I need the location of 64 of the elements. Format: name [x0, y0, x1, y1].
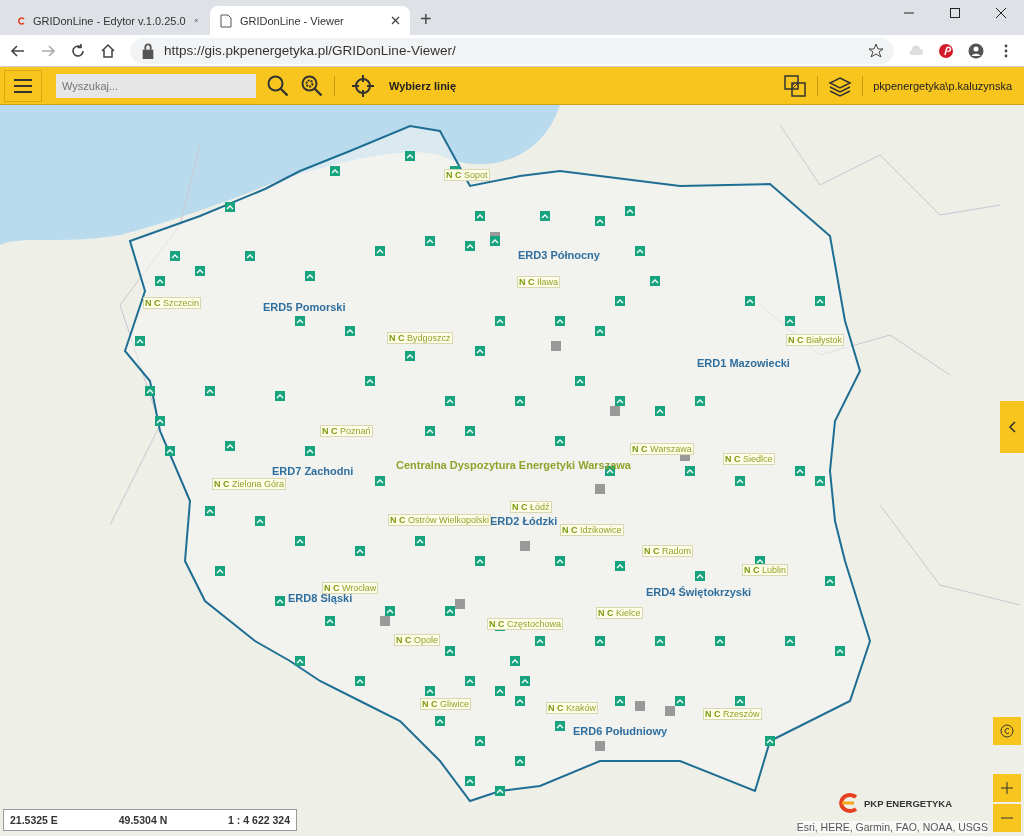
- star-icon[interactable]: [868, 42, 884, 59]
- new-tab-button[interactable]: +: [420, 8, 432, 31]
- pick-line-button[interactable]: Wybierz linię: [345, 73, 463, 98]
- search-field[interactable]: Wyszukaj...: [56, 73, 256, 98]
- account-icon[interactable]: [968, 42, 984, 59]
- region-label: ERD4 Świętokrzyski: [646, 586, 752, 598]
- page-icon: [220, 13, 232, 28]
- station-label[interactable]: N C Lublin: [742, 564, 789, 576]
- back-arrow-icon[interactable]: [10, 42, 26, 59]
- station-label[interactable]: N C Radom: [642, 545, 694, 557]
- copyright-button[interactable]: [993, 717, 1021, 745]
- station-label[interactable]: N C Sopot: [444, 169, 490, 181]
- station-label[interactable]: N C Rzeszów: [703, 708, 762, 720]
- scale-text: 1 : 4 622 324: [228, 814, 290, 826]
- chevron-left-icon: [1008, 421, 1016, 433]
- station-label[interactable]: N C Kraków: [546, 702, 599, 714]
- user-name[interactable]: pkpenergetyka\p.kaluzynska: [873, 79, 1020, 92]
- browser-tab[interactable]: GRIDonLine - Viewer: [210, 6, 410, 35]
- menu-icon: [14, 78, 32, 93]
- station-label[interactable]: N C Zielona Góra: [212, 478, 287, 490]
- search-icon[interactable]: [266, 73, 290, 98]
- attribution-text: Esri, HERE, Garmin, FAO, NOAA, USGS: [796, 821, 988, 833]
- station-label[interactable]: N C Szczecin: [143, 297, 202, 309]
- station-label[interactable]: N C Opole: [394, 634, 441, 646]
- browser-tab[interactable]: GRIDonLine - Edytor v.1.0.25.0: [8, 6, 208, 35]
- crosshair-icon: [351, 73, 375, 98]
- region-label: ERD3 Północny: [518, 249, 600, 261]
- pin-icon[interactable]: [938, 42, 954, 59]
- lock-icon: [140, 42, 156, 59]
- station-label[interactable]: N C Częstochowa: [487, 618, 564, 630]
- station-label[interactable]: N C Ostrów Wielkopolski: [388, 514, 492, 526]
- station-label[interactable]: N C Idzikowice: [560, 524, 624, 536]
- station-label[interactable]: N C Siedlce: [723, 453, 775, 465]
- zoom-in-button[interactable]: [993, 774, 1021, 802]
- close-icon[interactable]: [391, 16, 400, 25]
- region-label: ERD6 Południowy: [573, 725, 668, 737]
- region-label: ERD7 Zachodni: [272, 465, 354, 477]
- zoom-gear-icon[interactable]: [300, 73, 324, 98]
- station-label[interactable]: N C Gliwice: [420, 698, 472, 710]
- station-label[interactable]: N C Białystok: [786, 334, 845, 346]
- region-label: ERD1 Mazowiecki: [697, 357, 790, 369]
- longitude-text: 21.5325 E: [10, 814, 58, 826]
- overlap-squares-icon[interactable]: [783, 73, 808, 98]
- reload-icon[interactable]: [70, 42, 86, 59]
- station-label[interactable]: N C Warszawa: [630, 443, 694, 455]
- latitude-text: 49.5304 N: [118, 814, 168, 826]
- plus-icon: [1001, 782, 1013, 794]
- logo-icon: [836, 793, 860, 813]
- collapse-panel-button[interactable]: [1000, 401, 1024, 453]
- station-label[interactable]: N C Iława: [517, 276, 561, 288]
- logo-text: PKP ENERGETYKA: [864, 797, 952, 809]
- region-label: ERD5 Pomorski: [263, 301, 346, 313]
- region-label: Centralna Dyspozytura Energetyki Warszawa: [396, 459, 631, 471]
- address-bar[interactable]: https://gis.pkpenergetyka.pl/GRIDonLine-Viewer/: [130, 37, 894, 64]
- station-label[interactable]: N C Kielce: [596, 607, 643, 619]
- station-label[interactable]: N C Bydgoszcz: [387, 332, 453, 344]
- menu-button[interactable]: [4, 69, 42, 102]
- copyright-icon: [1000, 724, 1014, 738]
- region-label: ERD2 Łódzki: [490, 515, 558, 527]
- station-label[interactable]: N C Wrocław: [322, 582, 379, 594]
- region-label: ERD8 Śląski: [288, 592, 353, 604]
- home-icon[interactable]: [100, 42, 116, 59]
- station-label[interactable]: N C Poznań: [320, 425, 373, 437]
- station-label[interactable]: N C Łódź: [510, 501, 552, 513]
